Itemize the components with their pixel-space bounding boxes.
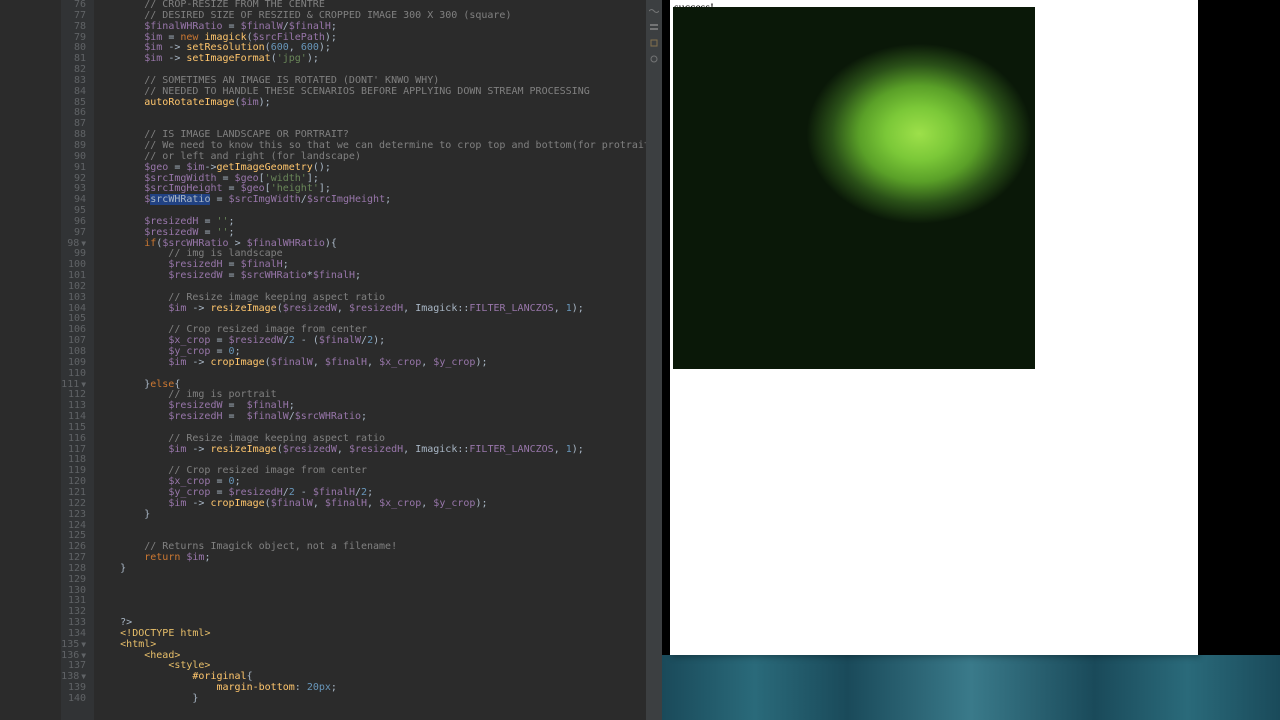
line-number: 140 [61, 694, 86, 705]
code-line[interactable]: $im -> resizeImage($resizedW, $resizedH,… [96, 445, 662, 456]
circle-icon [649, 54, 659, 64]
line-number: 123 [61, 510, 86, 521]
code-line[interactable] [96, 575, 662, 586]
line-number: 135▼ [61, 640, 86, 651]
code-line[interactable] [96, 607, 662, 618]
code-line[interactable] [96, 586, 662, 597]
code-line[interactable]: } [96, 564, 662, 575]
line-number-gutter[interactable]: 7677787980818283848586878889909192939495… [61, 0, 94, 720]
code-line[interactable]: $srcWHRatio = $srcImgWidth/$srcImgHeight… [96, 195, 662, 206]
editor-pane: 7677787980818283848586878889909192939495… [0, 0, 662, 720]
output-image [673, 7, 1035, 369]
code-line[interactable]: $resizedW = $srcWHRatio*$finalH; [96, 271, 662, 282]
code-editor[interactable]: // CROP-RESIZE FROM THE CENTRE // DESIRE… [94, 0, 662, 720]
code-line[interactable] [96, 596, 662, 607]
code-line[interactable]: $resizedH = $finalW/$srcWHRatio; [96, 412, 662, 423]
desktop-background [662, 655, 1280, 720]
code-line[interactable]: $im -> cropImage($finalW, $finalH, $x_cr… [96, 499, 662, 510]
line-number: 116 [61, 434, 86, 445]
code-line[interactable]: $im -> resizeImage($resizedW, $resizedH,… [96, 304, 662, 315]
code-line[interactable]: return $im; [96, 553, 662, 564]
fold-marker-icon[interactable]: ▼ [81, 640, 86, 651]
editor-scrollbar[interactable] [646, 0, 662, 720]
code-line[interactable]: } [96, 694, 662, 705]
app-root: 7677787980818283848586878889909192939495… [0, 0, 1280, 720]
line-number: 91 [61, 163, 86, 174]
cube-icon [649, 38, 659, 48]
wave-icon [649, 6, 659, 16]
code-line[interactable]: } [96, 510, 662, 521]
line-number: 110 [61, 369, 86, 380]
code-line[interactable] [96, 369, 662, 380]
code-line[interactable]: autoRotateImage($im); [96, 98, 662, 109]
line-number: 84 [61, 87, 86, 98]
stack-icon [649, 22, 659, 32]
code-line[interactable]: $im -> setImageFormat('jpg'); [96, 54, 662, 65]
preview-pane: success! [662, 0, 1280, 720]
code-line[interactable]: $im -> cropImage($finalW, $finalH, $x_cr… [96, 358, 662, 369]
left-gap [0, 0, 61, 720]
code-line[interactable]: <html> [96, 640, 662, 651]
line-number: 103 [61, 293, 86, 304]
line-number: 97 [61, 228, 86, 239]
line-number: 78 [61, 22, 86, 33]
browser-output: success! [670, 0, 1198, 655]
code-line[interactable] [96, 521, 662, 532]
code-line[interactable]: <!DOCTYPE html> [96, 629, 662, 640]
code-line[interactable] [96, 108, 662, 119]
line-number: 129 [61, 575, 86, 586]
